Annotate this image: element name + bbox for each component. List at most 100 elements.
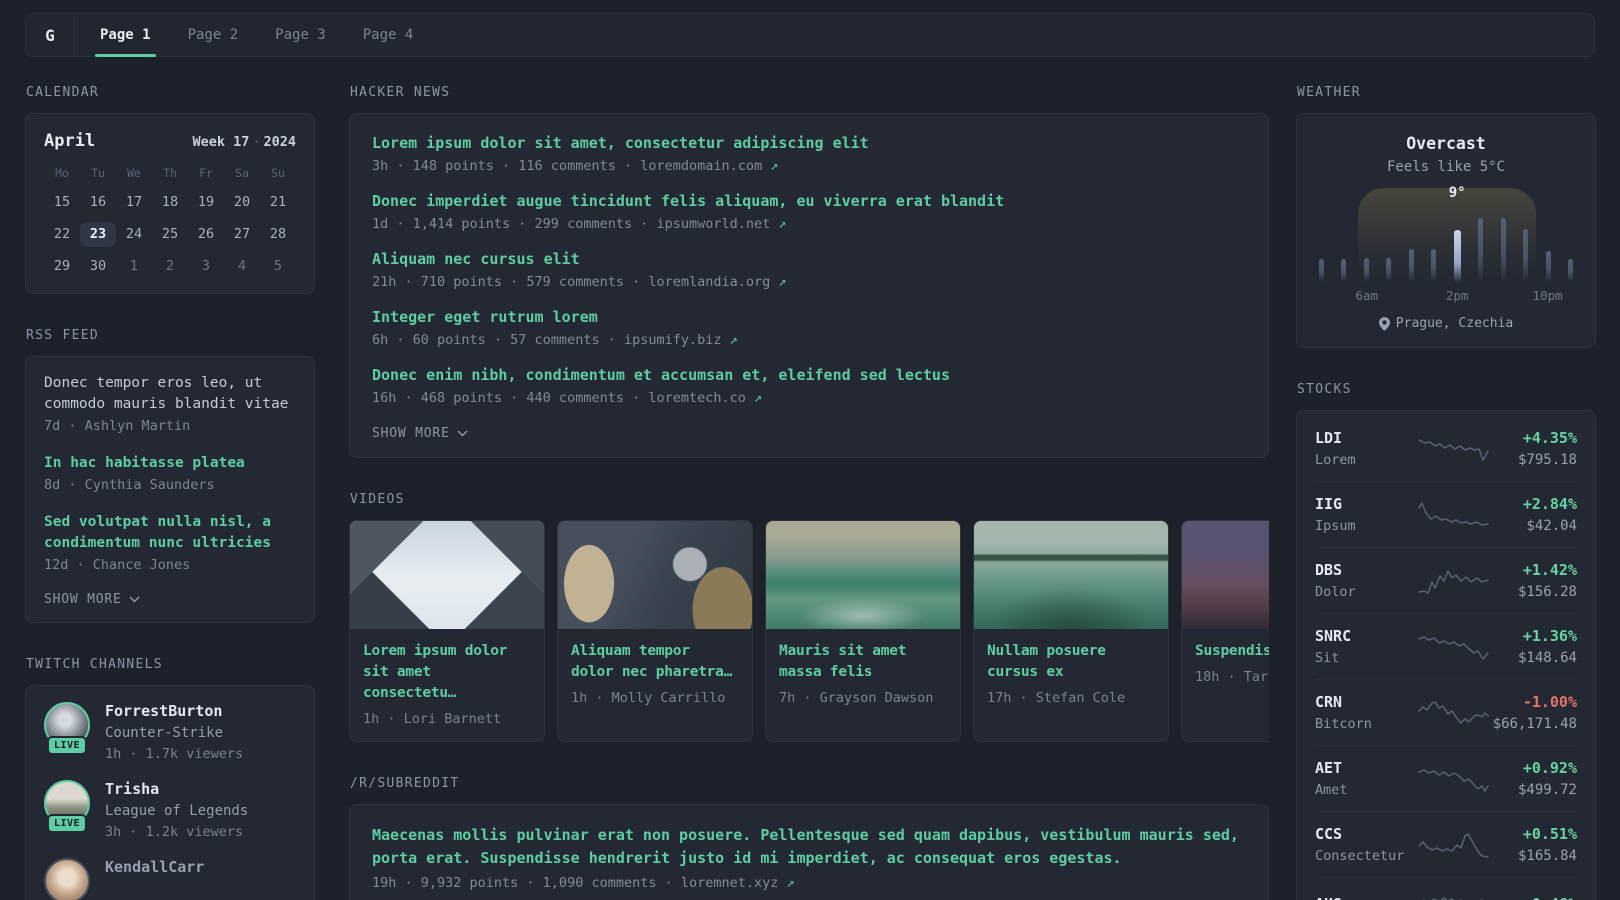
stock-row[interactable]: CRN Bitcorn -1.00% $66,171.48 — [1315, 679, 1577, 745]
weekday-label: Fr — [199, 166, 213, 180]
reddit-post-meta: 19h · 9,932 points · 1,090 comments · lo… — [372, 875, 795, 891]
rss-item-meta: 7d · Ashlyn Martin — [44, 418, 191, 434]
calendar-month: April — [44, 131, 96, 151]
weekday-label: Sa — [235, 166, 249, 180]
calendar-day: 15 — [53, 194, 71, 210]
stock-sparkline — [1418, 769, 1489, 792]
stock-change: +1.42% — [1522, 561, 1577, 579]
rss-item-title[interactable]: Sed volutpat nulla nisl, a condimentum n… — [44, 512, 296, 554]
stock-row[interactable]: SNRC Sit +1.36% $148.64 — [1315, 613, 1577, 679]
hn-story: Donec enim nibh, condimentum et accumsan… — [372, 365, 1246, 408]
hn-show-more-button[interactable]: SHOW MORE — [372, 426, 1246, 441]
stock-row[interactable]: AET Amet +0.92% $499.72 — [1315, 745, 1577, 811]
stock-row[interactable]: LDI Lorem +4.35% $795.18 — [1315, 416, 1577, 481]
hour-label: 6am — [1355, 288, 1379, 303]
external-link-icon: ↗ — [786, 875, 795, 891]
weekday-label: Tu — [91, 166, 105, 180]
stock-change: -1.00% — [1522, 693, 1577, 711]
hn-story-title[interactable]: Donec enim nibh, condimentum et accumsan… — [372, 365, 1246, 386]
calendar-day: 20 — [233, 194, 251, 210]
stock-ticker: CCS — [1315, 825, 1343, 843]
tab-page-1[interactable]: Page 1 — [95, 14, 156, 57]
weather-bar — [1567, 259, 1573, 282]
video-meta: 7h · Grayson Dawson — [779, 690, 934, 706]
calendar-day: 19 — [197, 194, 215, 210]
tab-page-3[interactable]: Page 3 — [275, 14, 326, 56]
weather-bar — [1500, 218, 1506, 282]
weather-hourly-chart: 9° — [1313, 185, 1579, 282]
hn-story-meta: 6h · 60 points · 57 comments · ipsumify.… — [372, 332, 738, 348]
stocks-widget: LDI Lorem +4.35% $795.18 IIG Ipsum +2.84… — [1296, 410, 1596, 900]
calendar-week-year: Week 17 · 2024 — [192, 134, 296, 150]
stock-ticker: SNRC — [1315, 627, 1352, 645]
hackernews-widget: Lorem ipsum dolor sit amet, consectetur … — [349, 113, 1269, 458]
weather-condition: Overcast — [1406, 134, 1486, 153]
hn-story-title[interactable]: Integer eget rutrum lorem — [372, 307, 1246, 328]
rss-item-title[interactable]: In hac habitasse platea — [44, 453, 296, 474]
weather-bar — [1478, 218, 1484, 282]
reddit-post-title[interactable]: Maecenas mollis pulvinar erat non posuer… — [372, 824, 1246, 870]
avatar: LIVE — [44, 780, 90, 833]
videos-section-label: VIDEOS — [350, 492, 405, 507]
calendar-day-selected: 23 — [80, 222, 116, 247]
rss-widget: Donec tempor eros leo, ut commodo mauris… — [25, 356, 315, 623]
channel-name: ForrestBurton — [105, 702, 223, 720]
weather-bar — [1319, 258, 1324, 282]
hn-story-title[interactable]: Lorem ipsum dolor sit amet, consectetur … — [372, 133, 1246, 154]
calendar-day: 28 — [269, 226, 287, 242]
tab-page-2[interactable]: Page 2 — [188, 14, 239, 56]
stock-row[interactable]: CCS Consectetur +0.51% $165.84 — [1315, 811, 1577, 877]
hn-story-meta: 21h · 710 points · 579 comments · loreml… — [372, 274, 787, 290]
twitch-channel-row[interactable]: LIVE Trisha League of Legends 3h · 1.2k … — [44, 780, 296, 841]
external-link-icon: ↗ — [770, 158, 779, 174]
weather-hour-labels: 6am 2pm 10pm — [1313, 288, 1579, 304]
videos-widget: Lorem ipsum dolor sit amet consectetu… 1… — [349, 520, 1269, 742]
tab-page-4[interactable]: Page 4 — [363, 14, 414, 56]
stock-price: $156.28 — [1517, 584, 1577, 600]
weather-current-temp: 9° — [1448, 185, 1466, 201]
stock-row[interactable]: AHS +0.46% — [1315, 877, 1577, 900]
stock-name: Dolor — [1315, 584, 1356, 600]
weather-bar — [1545, 250, 1551, 282]
twitch-channel-row[interactable]: LIVE ForrestBurton Counter-Strike 1h · 1… — [44, 702, 296, 763]
channel-name: KendallCarr — [105, 858, 205, 876]
weather-bar — [1341, 258, 1347, 282]
stock-sparkline — [1418, 439, 1489, 461]
rss-show-more-button[interactable]: SHOW MORE — [44, 592, 296, 607]
video-title: Mauris sit amet massa felis — [779, 643, 907, 680]
calendar-day-next-month: 1 — [129, 258, 139, 274]
video-card[interactable]: Suspendisse diam 18h · Tara — [1181, 520, 1269, 742]
video-card[interactable]: Lorem ipsum dolor sit amet consectetu… 1… — [349, 520, 545, 742]
weekday-label: Mo — [55, 166, 69, 180]
stock-row[interactable]: DBS Dolor +1.42% $156.28 — [1315, 547, 1577, 613]
calendar-year: 2024 — [263, 134, 296, 150]
subreddit-widget: Maecenas mollis pulvinar erat non posuer… — [349, 804, 1269, 900]
hn-story-meta: 3h · 148 points · 116 comments · loremdo… — [372, 158, 779, 174]
external-link-icon: ↗ — [729, 332, 738, 348]
video-card[interactable]: Nullam posuere cursus ex 17h · Stefan Co… — [973, 520, 1169, 742]
stock-sparkline — [1418, 701, 1489, 724]
video-card[interactable]: Aliquam tempor dolor nec pharetra… 1h · … — [557, 520, 753, 742]
rss-item-meta: 8d · Cynthia Saunders — [44, 477, 215, 493]
stock-price: $499.72 — [1517, 782, 1577, 798]
video-thumbnail — [766, 521, 960, 629]
calendar-day: 25 — [161, 226, 179, 242]
hackernews-section-label: HACKER NEWS — [350, 85, 451, 100]
video-thumbnail — [1182, 521, 1269, 629]
app-logo[interactable]: G — [26, 14, 75, 56]
hn-story-title[interactable]: Donec imperdiet augue tincidunt felis al… — [372, 191, 1246, 212]
hn-story-meta: 1d · 1,414 points · 299 comments · ipsum… — [372, 216, 787, 232]
stock-price: $165.84 — [1517, 848, 1577, 864]
weather-bar — [1408, 249, 1414, 282]
twitch-channel-row[interactable]: KendallCarr — [44, 858, 296, 900]
stock-sparkline — [1418, 833, 1489, 858]
stock-name: Amet — [1315, 782, 1348, 798]
stock-row[interactable]: IIG Ipsum +2.84% $42.04 — [1315, 481, 1577, 547]
stock-ticker: LDI — [1315, 429, 1343, 447]
rss-item-meta: 12d · Chance Jones — [44, 557, 191, 573]
rss-item: In hac habitasse platea 8d · Cynthia Sau… — [44, 453, 296, 495]
video-card[interactable]: Mauris sit amet massa felis 7h · Grayson… — [765, 520, 961, 742]
calendar-day: 17 — [125, 194, 143, 210]
hn-story-title[interactable]: Aliquam nec cursus elit — [372, 249, 1246, 270]
rss-item-title[interactable]: Donec tempor eros leo, ut commodo mauris… — [44, 373, 296, 415]
